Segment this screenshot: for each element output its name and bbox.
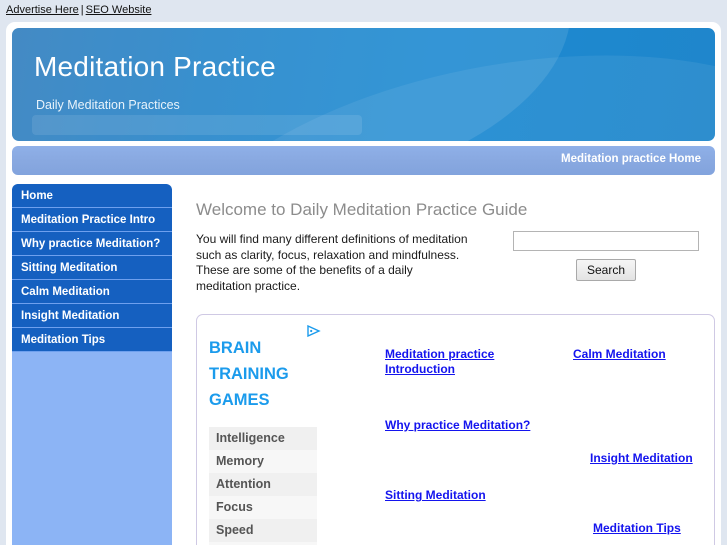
sidebar-item-insight-meditation[interactable]: Insight Meditation (12, 304, 172, 328)
topbar-separator: | (80, 4, 84, 16)
sidebar-item-meditation-practice-intro[interactable]: Meditation Practice Intro (12, 208, 172, 232)
seo-website-link[interactable]: SEO Website (86, 4, 152, 16)
sidebar-item-sitting-meditation[interactable]: Sitting Meditation (12, 256, 172, 280)
ad-list-item[interactable]: Focus (209, 496, 317, 519)
top-navigation-bar: Meditation practice Home (12, 146, 715, 175)
ad-list-item[interactable]: Memory (209, 450, 317, 473)
sidebar-item-home[interactable]: Home (12, 184, 172, 208)
content-link-why-practice-meditation[interactable]: Why practice Meditation? (385, 418, 530, 433)
sidebar-item-why-practice-meditation[interactable]: Why practice Meditation? (12, 232, 172, 256)
advertise-here-link[interactable]: Advertise Here (6, 4, 79, 16)
content-link-sitting-meditation[interactable]: Sitting Meditation (385, 488, 486, 503)
search-area: Search (506, 231, 706, 281)
ad-keyword-list: Intelligence Memory Attention Focus Spee… (209, 427, 317, 545)
adchoices-icon[interactable] (307, 325, 321, 337)
banner-glow-bar (32, 115, 362, 135)
site-title: Meditation Practice (34, 51, 276, 82)
sidebar-item-calm-meditation[interactable]: Calm Meditation (12, 280, 172, 304)
ad-headline[interactable]: BRAIN TRAINING GAMES (209, 335, 323, 413)
content-link-meditation-practice-introduction[interactable]: Meditation practice Introduction (385, 347, 505, 377)
search-input[interactable] (513, 231, 699, 251)
site-tagline: Daily Meditation Practices (36, 98, 180, 112)
sidebar-item-meditation-tips[interactable]: Meditation Tips (12, 328, 172, 352)
main-content: Welcome to Daily Meditation Practice Gui… (186, 184, 715, 293)
advertisement-unit[interactable]: BRAIN TRAINING GAMES Intelligence Memory… (205, 323, 323, 545)
content-link-insight-meditation[interactable]: Insight Meditation (590, 451, 693, 466)
ad-list-item[interactable]: Intelligence (209, 427, 317, 450)
content-link-meditation-tips[interactable]: Meditation Tips (593, 521, 681, 536)
sidebar-menu: Home Meditation Practice Intro Why pract… (12, 184, 172, 545)
ad-list-item[interactable]: Speed (209, 519, 317, 542)
page-shell: Meditation Practice Daily Meditation Pra… (6, 22, 721, 545)
content-link-calm-meditation[interactable]: Calm Meditation (573, 347, 666, 362)
nav-item-meditation-practice-home[interactable]: Meditation practice Home (561, 153, 701, 165)
content-box: BRAIN TRAINING GAMES Intelligence Memory… (196, 314, 715, 545)
site-banner: Meditation Practice Daily Meditation Pra… (12, 28, 715, 141)
ad-list-item[interactable]: Attention (209, 473, 317, 496)
advertise-strip: Advertise Here | SEO Website (0, 0, 727, 22)
search-button[interactable]: Search (575, 259, 637, 281)
intro-paragraph: You will find many different definitions… (196, 232, 468, 293)
page-title: Welcome to Daily Meditation Practice Gui… (196, 200, 528, 219)
